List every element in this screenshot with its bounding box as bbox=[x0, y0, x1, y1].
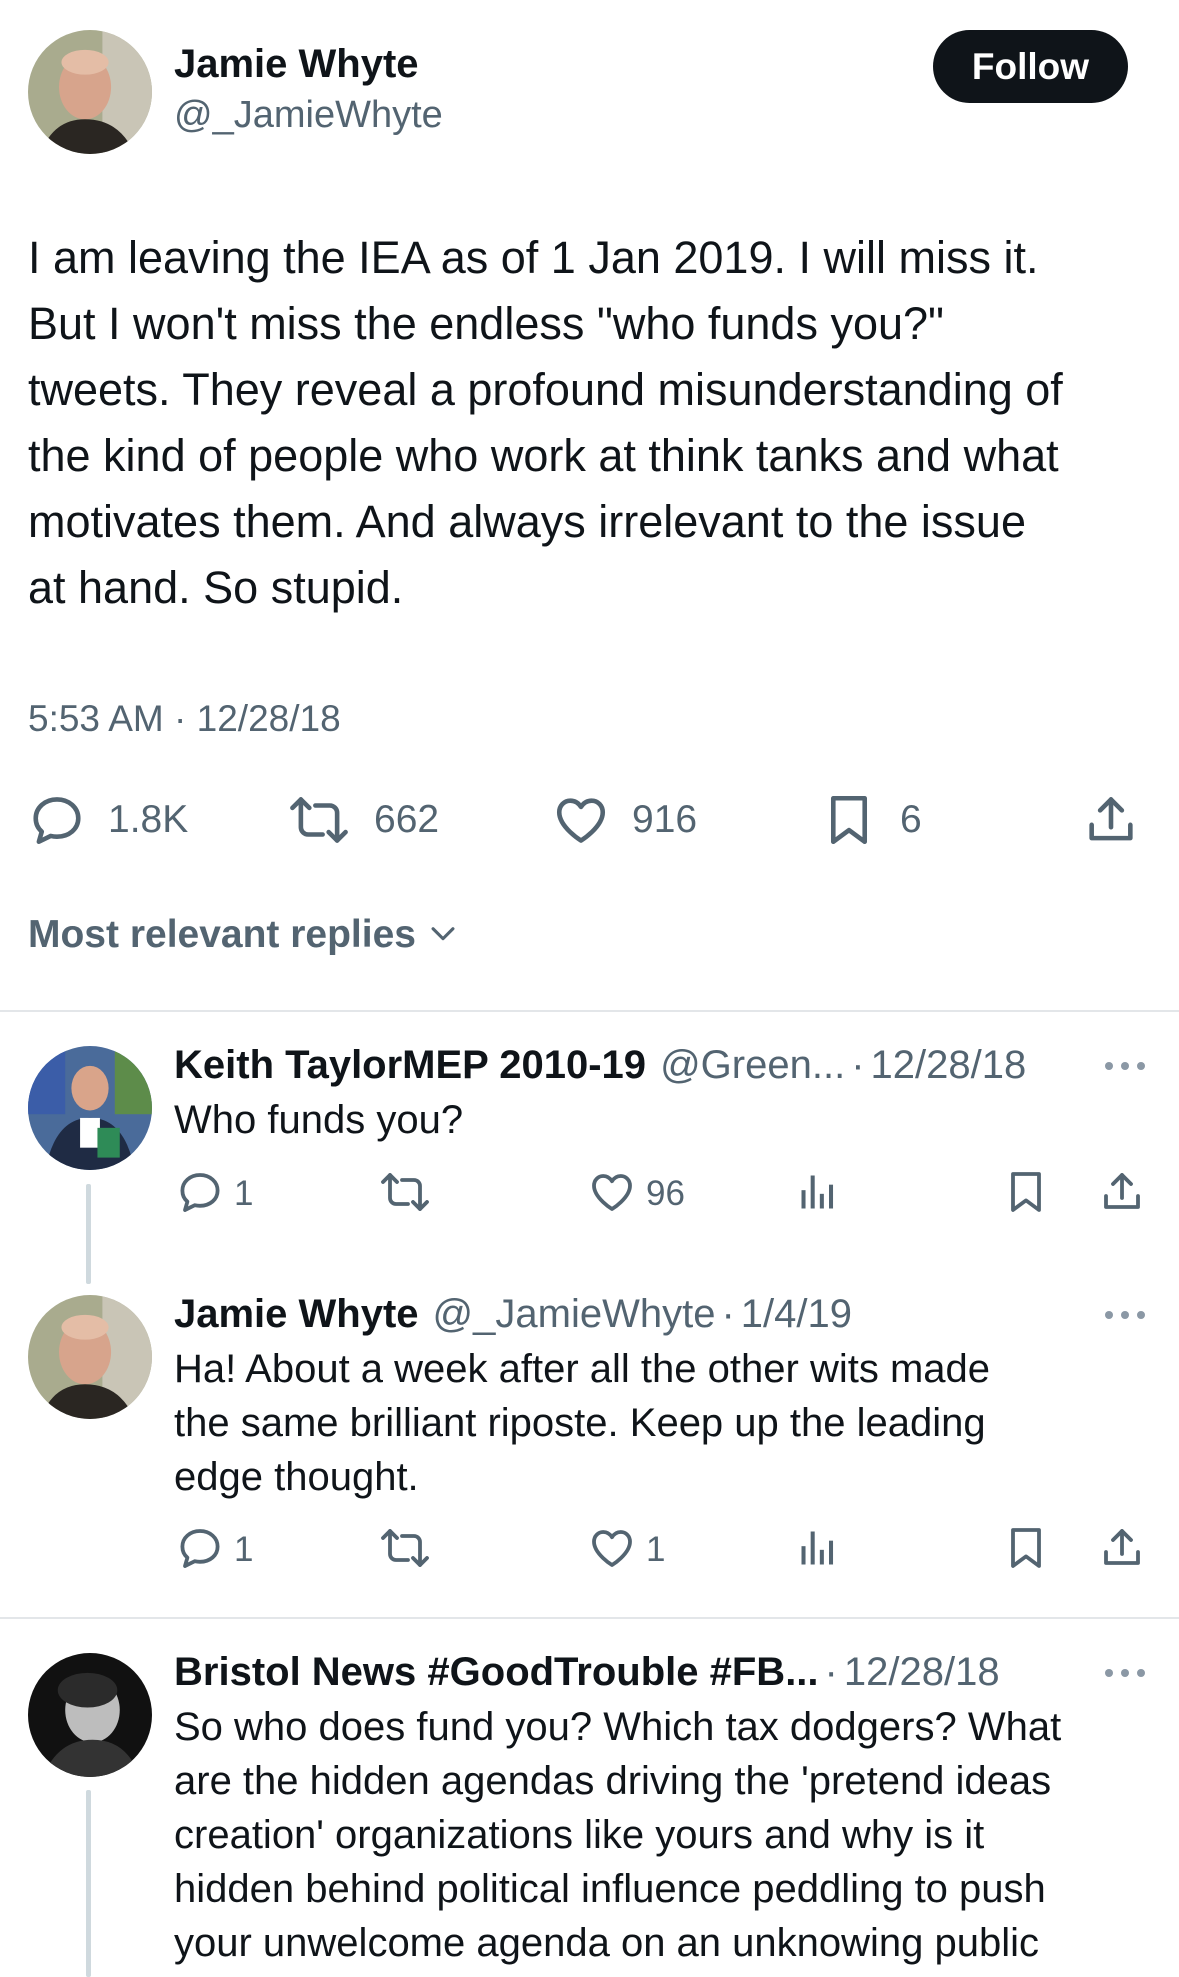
reply-text-line: creation' organizations like yours and w… bbox=[174, 1813, 985, 1857]
reply-reply-button[interactable]: 1 bbox=[176, 1168, 253, 1220]
tweet-timestamp[interactable]: 5:53 AM · 12/28/18 bbox=[28, 698, 341, 740]
reply-author-name[interactable]: Jamie Whyte bbox=[174, 1292, 419, 1337]
reply-bookmark-button[interactable] bbox=[1002, 1168, 1050, 1220]
replies-sort-toggle[interactable]: Most relevant replies bbox=[28, 913, 460, 957]
reply-text-line: hidden behind political influence peddli… bbox=[174, 1867, 1046, 1911]
like-button[interactable]: 916 bbox=[552, 790, 697, 850]
reply-reply-button[interactable]: 1 bbox=[176, 1524, 253, 1576]
tweet-text: I am leaving the IEA as of 1 Jan 2019. I… bbox=[28, 225, 1158, 621]
reply-like-count: 1 bbox=[646, 1530, 666, 1569]
reply-like-button[interactable]: 96 bbox=[588, 1168, 685, 1220]
reply-text-line: are the hidden agendas driving the 'pret… bbox=[174, 1759, 1052, 1803]
reply-text-line: Ha! About a week after all the other wit… bbox=[174, 1347, 990, 1391]
more-icon[interactable] bbox=[1103, 1056, 1147, 1076]
repost-icon bbox=[378, 1524, 432, 1577]
reply-date[interactable]: 12/28/18 bbox=[844, 1650, 1000, 1695]
reply-text-line: Who funds you? bbox=[174, 1098, 464, 1142]
thread-line bbox=[86, 1790, 91, 1977]
divider bbox=[0, 1010, 1179, 1012]
like-count: 916 bbox=[632, 798, 698, 841]
reply-share-button[interactable] bbox=[1098, 1168, 1146, 1220]
author-avatar[interactable] bbox=[28, 30, 152, 154]
reply-header: Jamie Whyte @_JamieWhyte · 1/4/19 bbox=[174, 1286, 852, 1342]
bookmark-icon bbox=[1002, 1166, 1050, 1223]
reply-share-button[interactable] bbox=[1098, 1524, 1146, 1576]
reply-like-count: 96 bbox=[646, 1174, 685, 1213]
tweet-text-line: the kind of people who work at think tan… bbox=[28, 430, 1059, 481]
tweet-text-line: But I won't miss the endless "who funds … bbox=[28, 298, 945, 349]
share-icon bbox=[1098, 1168, 1146, 1221]
analytics-icon bbox=[796, 1524, 840, 1577]
reply-author-handle[interactable]: @_JamieWhyte bbox=[433, 1292, 716, 1337]
reply-text: So who does fund you? Which tax dodgers?… bbox=[174, 1700, 1159, 1970]
repost-button[interactable]: 662 bbox=[286, 790, 439, 850]
reply-icon bbox=[176, 1524, 224, 1577]
thread-line bbox=[86, 1184, 91, 1284]
reply-author-handle[interactable]: @Green... bbox=[660, 1043, 845, 1088]
like-icon bbox=[588, 1524, 636, 1577]
reply-count: 1.8K bbox=[108, 798, 189, 841]
reply-text: Who funds you? bbox=[174, 1093, 1159, 1147]
separator-dot: · bbox=[824, 1649, 838, 1694]
replies-sort-label: Most relevant replies bbox=[28, 913, 416, 956]
reply-button[interactable]: 1.8K bbox=[28, 790, 188, 850]
share-icon bbox=[1082, 791, 1140, 849]
tweet-text-line: I am leaving the IEA as of 1 Jan 2019. I… bbox=[28, 232, 1039, 283]
reply-avatar[interactable] bbox=[28, 1295, 152, 1419]
reply-repost-button[interactable] bbox=[378, 1524, 432, 1576]
more-icon[interactable] bbox=[1103, 1663, 1147, 1683]
reply-header: Bristol News #GoodTrouble #FB... · 12/28… bbox=[174, 1644, 1000, 1700]
reply-like-button[interactable]: 1 bbox=[588, 1524, 665, 1576]
reply-analytics-button[interactable] bbox=[796, 1168, 840, 1220]
repost-count: 662 bbox=[374, 798, 440, 841]
reply-icon bbox=[28, 791, 86, 849]
bookmark-icon bbox=[820, 789, 878, 851]
share-button[interactable] bbox=[1082, 790, 1140, 850]
bookmark-icon bbox=[1002, 1522, 1050, 1579]
repost-icon bbox=[286, 791, 352, 849]
reply-reply-count: 1 bbox=[234, 1530, 254, 1569]
reply-text-line: your unwelcome agenda on an unknowing pu… bbox=[174, 1921, 1040, 1965]
reply-text-line: the same brilliant riposte. Keep up the … bbox=[174, 1401, 986, 1445]
tweet-text-line: tweets. They reveal a profound misunders… bbox=[28, 364, 1063, 415]
separator-dot: · bbox=[721, 1291, 735, 1336]
reply-analytics-button[interactable] bbox=[796, 1524, 840, 1576]
tweet-detail-page: Jamie Whyte @_JamieWhyte Follow I am lea… bbox=[0, 0, 1179, 1977]
tweet-text-line: motivates them. And always irrelevant to… bbox=[28, 496, 1026, 547]
follow-button[interactable]: Follow bbox=[933, 30, 1128, 103]
reply-text-line: edge thought. bbox=[174, 1455, 419, 1499]
tweet-text-line: at hand. So stupid. bbox=[28, 562, 404, 613]
reply-avatar[interactable] bbox=[28, 1046, 152, 1170]
bookmark-button[interactable]: 6 bbox=[820, 790, 922, 850]
reply-icon bbox=[176, 1168, 224, 1221]
author-name[interactable]: Jamie Whyte bbox=[174, 42, 419, 87]
like-icon bbox=[588, 1168, 636, 1221]
reply-text-line: So who does fund you? Which tax dodgers?… bbox=[174, 1705, 1062, 1749]
like-icon bbox=[552, 791, 610, 849]
reply-repost-button[interactable] bbox=[378, 1168, 432, 1220]
more-icon[interactable] bbox=[1103, 1305, 1147, 1325]
reply-avatar[interactable] bbox=[28, 1653, 152, 1777]
reply-author-name[interactable]: Bristol News #GoodTrouble #FB... bbox=[174, 1650, 819, 1695]
bookmark-count: 6 bbox=[900, 798, 922, 841]
reply-date[interactable]: 12/28/18 bbox=[871, 1043, 1027, 1088]
reply-author-name[interactable]: Keith TaylorMEP 2010-19 bbox=[174, 1043, 646, 1088]
separator-dot: · bbox=[851, 1042, 865, 1087]
chevron-down-icon bbox=[416, 916, 460, 955]
author-handle[interactable]: @_JamieWhyte bbox=[174, 94, 443, 137]
reply-bookmark-button[interactable] bbox=[1002, 1524, 1050, 1576]
reply-reply-count: 1 bbox=[234, 1174, 254, 1213]
share-icon bbox=[1098, 1524, 1146, 1577]
reply-header: Keith TaylorMEP 2010-19 @Green... · 12/2… bbox=[174, 1037, 1026, 1093]
analytics-icon bbox=[796, 1168, 840, 1221]
reply-date[interactable]: 1/4/19 bbox=[741, 1292, 852, 1337]
repost-icon bbox=[378, 1168, 432, 1221]
reply-text: Ha! About a week after all the other wit… bbox=[174, 1342, 1159, 1504]
divider bbox=[0, 1617, 1179, 1619]
